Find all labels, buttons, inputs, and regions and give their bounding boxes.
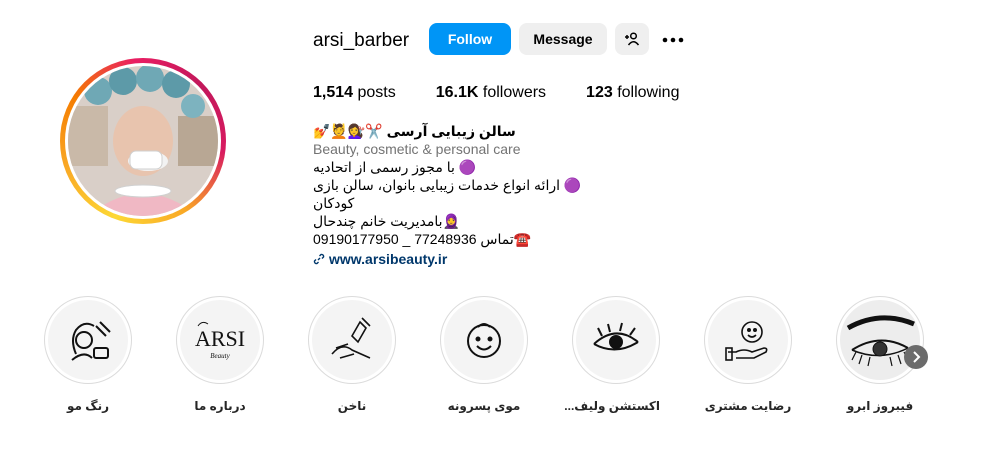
followers-count: 16.1K [435, 84, 479, 101]
highlight-ring [704, 296, 792, 384]
highlight-about-us[interactable]: ARSI Beauty درباره ما [176, 296, 264, 413]
highlight-label: رضایت مشتری [704, 399, 792, 413]
followers-label: followers [482, 84, 547, 101]
hair-color-icon [71, 321, 111, 361]
chevron-right-icon [913, 351, 921, 363]
highlight-ring [572, 296, 660, 384]
eyelash-icon [593, 322, 639, 351]
highlight-boys-hair[interactable]: موی پسرونه [440, 296, 528, 413]
highlight-lash-extension[interactable]: اکستشن ولیف... [564, 296, 660, 413]
posts-count: 1,514 [313, 84, 354, 101]
avatar[interactable] [68, 66, 218, 216]
arsi-logo-icon: ARSI Beauty [195, 321, 245, 360]
highlight-cover [312, 300, 392, 380]
highlight-label: اکستشن ولیف... [564, 399, 660, 413]
highlight-label: فیبروز ابرو [846, 399, 914, 413]
bio-display-name: سالن زیبایی آرسی ✂️💇‍♀️💆💅 [313, 123, 516, 139]
highlights-next-button[interactable] [904, 345, 928, 369]
followers-stat[interactable]: 16.1K followers [436, 84, 546, 102]
more-dots-icon [662, 37, 684, 43]
following-label: following [617, 84, 680, 101]
bio-website-link[interactable]: www.arsibeauty.ir [313, 250, 613, 268]
link-icon [313, 253, 325, 265]
message-button[interactable]: Message [519, 23, 607, 55]
satisfaction-icon [725, 321, 768, 361]
add-person-icon [625, 32, 640, 46]
profile-stats: 1,514 posts 16.1K followers 123 followin… [313, 84, 719, 102]
bio-line-2: 🟣 ارائه انواع خدمات زیبایی بانوان، سالن … [313, 177, 582, 211]
highlight-ring [308, 296, 396, 384]
bio-line-1: 🟣 با مجوز رسمی از اتحادیه [313, 159, 477, 175]
bio-category: Beauty, cosmetic & personal care [313, 141, 521, 157]
highlight-ring [44, 296, 132, 384]
following-count: 123 [586, 84, 613, 101]
svg-text:ARSI: ARSI [195, 326, 245, 351]
suggested-accounts-button[interactable] [615, 23, 649, 55]
highlight-cover [444, 300, 524, 380]
highlight-cover: ARSI Beauty [180, 300, 260, 380]
follow-button[interactable]: Follow [429, 23, 511, 55]
more-options-button[interactable] [661, 28, 685, 52]
bio-line-3: 🧕بامدیریت خانم چندحال [313, 213, 460, 229]
posts-label: posts [357, 84, 396, 101]
website-url: www.arsibeauty.ir [329, 251, 448, 267]
avatar-gap [65, 63, 221, 219]
username: arsi_barber [313, 30, 410, 51]
highlight-label: درباره ما [194, 399, 246, 413]
highlight-ring [440, 296, 528, 384]
svg-text:Beauty: Beauty [210, 352, 230, 360]
nail-polish-icon [331, 317, 371, 359]
highlight-label: موی پسرونه [447, 399, 521, 413]
posts-stat: 1,514 posts [313, 84, 396, 102]
highlight-customer-satisfaction[interactable]: رضایت مشتری [704, 296, 792, 413]
following-stat[interactable]: 123 following [586, 84, 679, 102]
bio-line-4: ☎️تماس 77248936 _ 09190177950 [313, 231, 532, 247]
highlight-ring [836, 296, 924, 384]
highlight-nail[interactable]: ناخن [308, 296, 396, 413]
highlight-cover [708, 300, 788, 380]
highlight-hair-color[interactable]: رنگ مو [44, 296, 132, 413]
profile-bio: سالن زیبایی آرسی ✂️💇‍♀️💆💅 Beauty, cosmet… [313, 122, 613, 268]
highlight-cover [576, 300, 656, 380]
highlight-label: ناخن [337, 399, 367, 413]
story-highlights: رنگ مو ARSI Beauty درباره ما ناخن موی پس… [44, 296, 934, 426]
highlight-cover [840, 300, 920, 380]
highlight-label: رنگ مو [67, 399, 109, 413]
highlight-cover [48, 300, 128, 380]
profile-avatar-ring[interactable] [60, 58, 226, 224]
highlight-ring: ARSI Beauty [176, 296, 264, 384]
boy-face-icon [467, 323, 501, 358]
